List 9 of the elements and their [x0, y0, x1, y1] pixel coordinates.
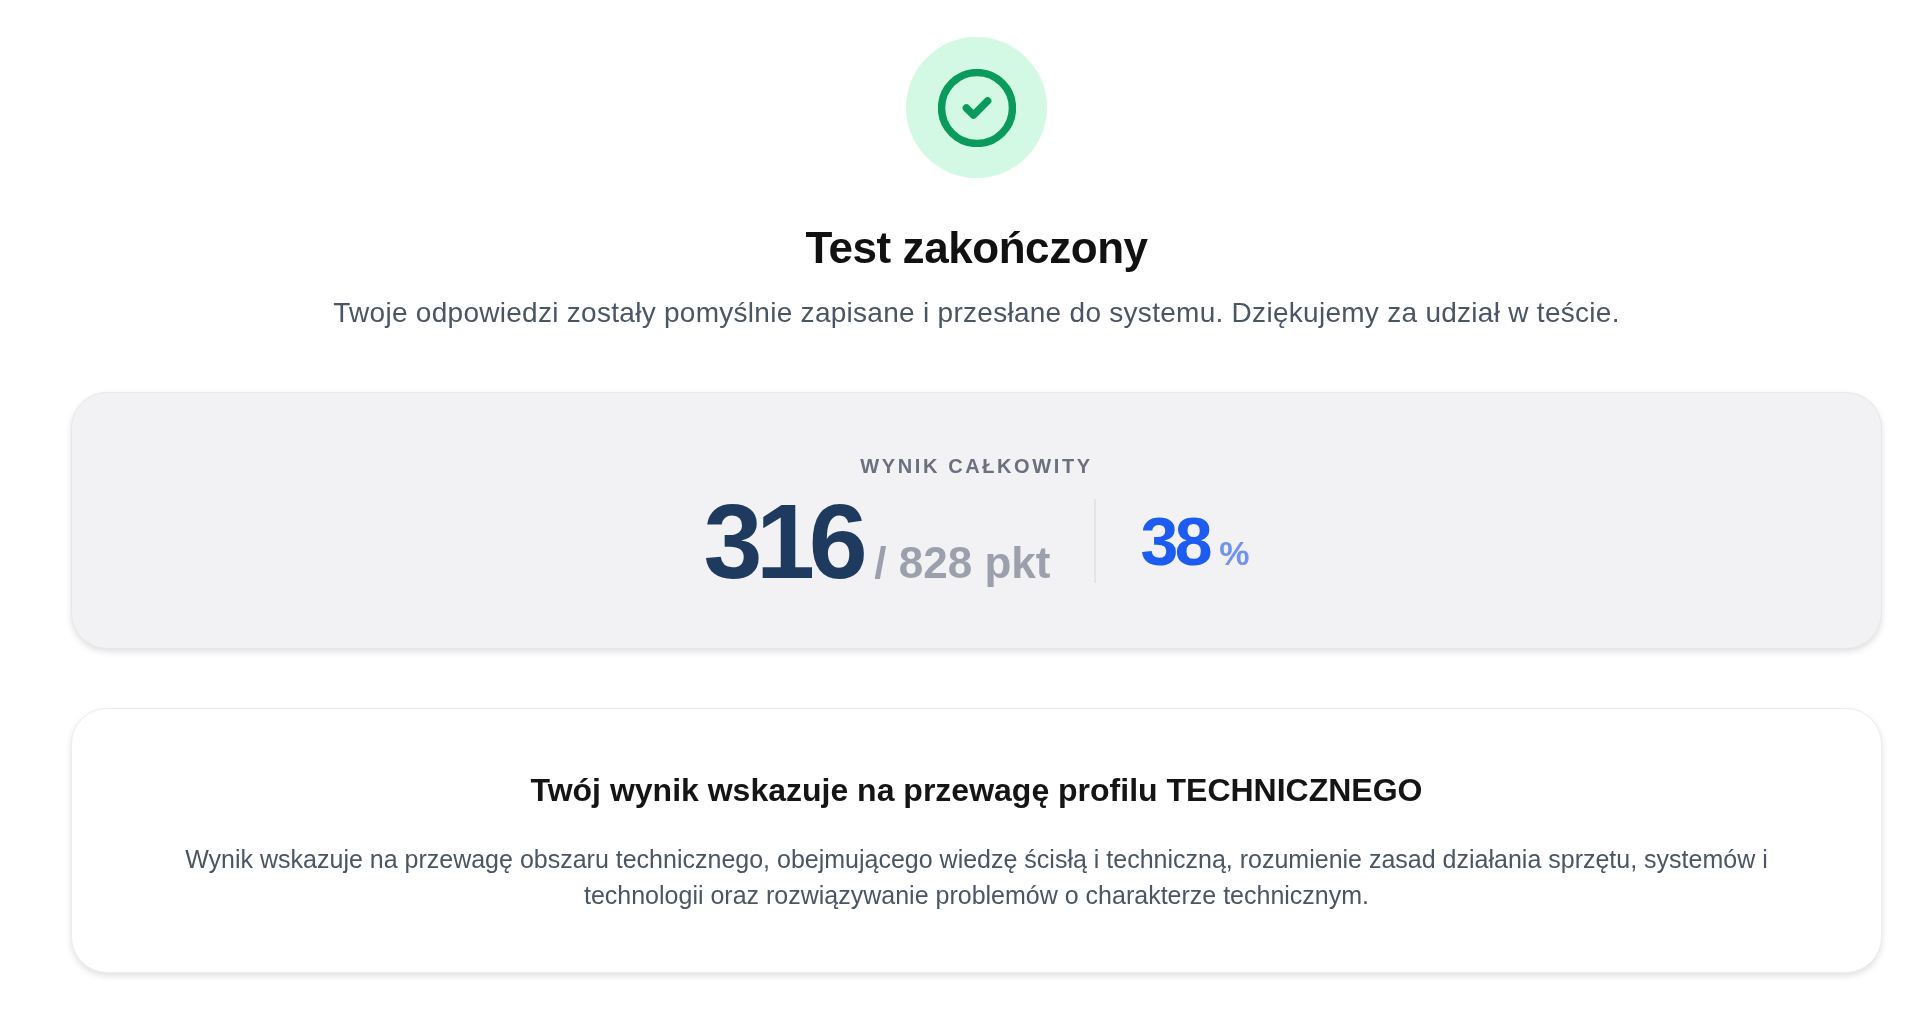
percent-sign: %	[1219, 534, 1250, 572]
score-value: 316	[703, 486, 862, 596]
message-text: Twoje odpowiedzi zostały pomyślnie zapisane i przesłane do systemu. Dziękujemy za udział w teście.	[333, 296, 1620, 330]
page-title: Test zakończony	[805, 222, 1148, 274]
profile-description: Wynik wskazuje na przewagę obszaru technicznego, obejmującego wiedzę ścisłą i techniczną, rozumienie zasad działania sprzętu, systemów i technologii oraz rozwiązywanie problemów o charakterze technicznym.	[184, 844, 1769, 911]
max-score-text: / 828 pkt	[874, 538, 1051, 588]
score-label: WYNIK CAŁKOWITY	[860, 454, 1093, 478]
percent-value: 38	[1140, 505, 1210, 577]
profile-heading: Twój wynik wskazuje na przewagę profilu TECHNICZNEGO	[530, 771, 1423, 809]
